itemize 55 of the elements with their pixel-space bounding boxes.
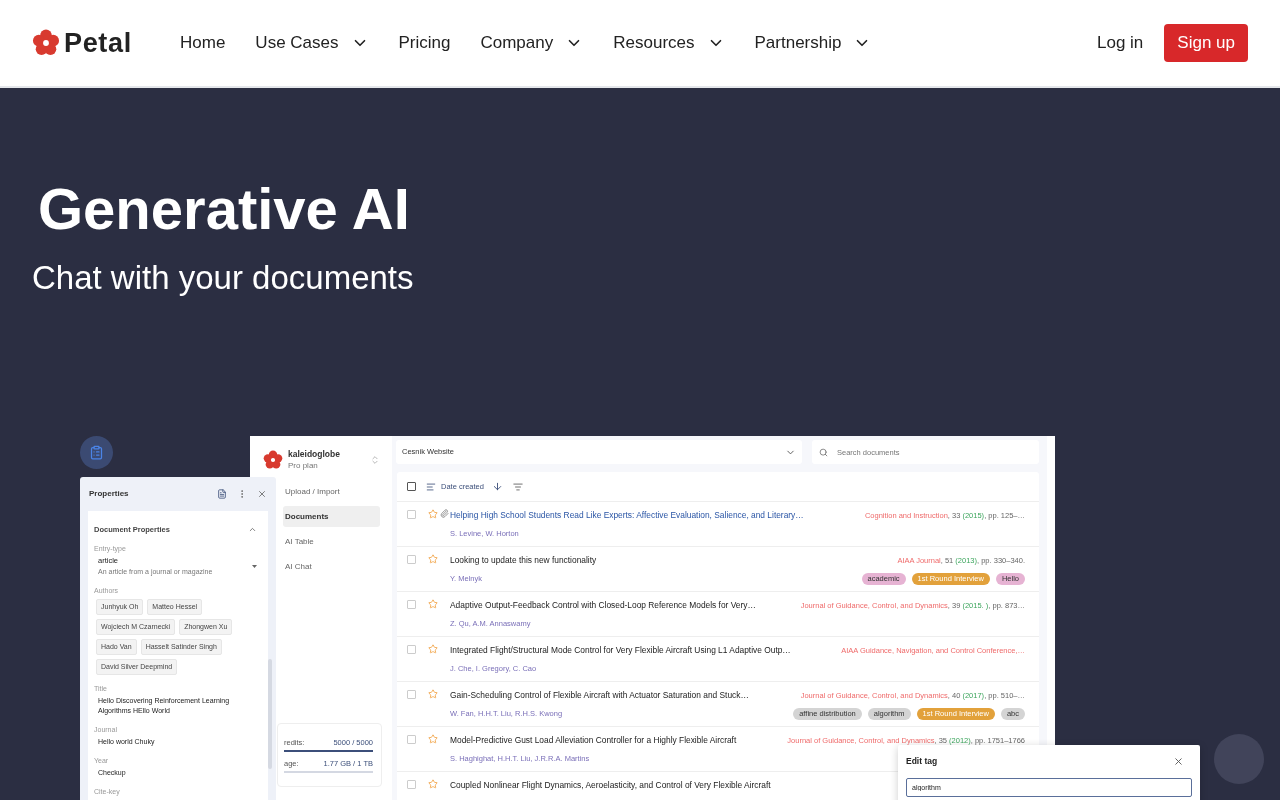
row-checkbox[interactable] xyxy=(407,780,416,789)
nav-link[interactable]: Use Cases xyxy=(255,30,369,56)
document-title[interactable]: Adaptive Output-Feedback Control with Closed-Loop Reference Models for Very… xyxy=(450,599,756,612)
dropdown-caret-icon xyxy=(252,564,257,568)
document-title[interactable]: Integrated Flight/Structural Mode Control for Very Flexible Aircraft Using L1 Adaptive Outp… xyxy=(450,644,791,657)
row-checkbox[interactable] xyxy=(407,735,416,744)
document-title[interactable]: Gain-Scheduling Control of Flexible Aircraft with Actuator Saturation and Stuck… xyxy=(450,689,749,702)
star-icon[interactable] xyxy=(428,734,438,744)
dialog-title: Edit tag xyxy=(906,755,938,768)
sidebar-item[interactable]: AI Chat xyxy=(283,556,380,577)
star-icon[interactable] xyxy=(428,599,438,609)
search-icon xyxy=(819,448,828,457)
nav-link[interactable]: Pricing xyxy=(398,30,451,56)
close-icon[interactable] xyxy=(1173,755,1184,767)
sort-icon[interactable] xyxy=(426,481,436,492)
nav-link[interactable]: Company xyxy=(480,30,584,56)
row-checkbox[interactable] xyxy=(407,690,416,699)
row-checkbox[interactable] xyxy=(407,645,416,654)
document-title[interactable]: Looking to update this new functionality xyxy=(450,554,597,567)
star-icon[interactable] xyxy=(428,509,438,519)
sidebar-item[interactable]: Upload / Import xyxy=(283,481,380,502)
star-icon[interactable] xyxy=(428,554,438,564)
sidebar-item[interactable]: AI Table xyxy=(283,531,380,552)
nav-link[interactable]: Partnership xyxy=(754,30,872,56)
close-icon[interactable] xyxy=(257,489,267,499)
document-icon[interactable] xyxy=(217,489,227,499)
floating-action-button[interactable] xyxy=(80,436,113,469)
select-all-checkbox[interactable] xyxy=(407,482,416,491)
logo-text[interactable]: Petal xyxy=(64,22,132,64)
row-checkbox[interactable] xyxy=(407,600,416,609)
logo-icon xyxy=(32,29,60,57)
signup-button[interactable]: Sign up xyxy=(1164,24,1248,62)
nav-link[interactable]: Home xyxy=(180,30,226,56)
workspace-logo-icon xyxy=(263,449,283,470)
star-icon[interactable] xyxy=(428,779,438,789)
sidebar-item[interactable]: Documents xyxy=(283,506,380,527)
row-checkbox[interactable] xyxy=(407,555,416,564)
hero-title: Generative AI xyxy=(38,175,411,243)
hero-subtitle: Chat with your documents xyxy=(32,258,415,298)
arrow-down-icon[interactable] xyxy=(491,481,503,492)
login-link[interactable]: Log in xyxy=(1097,30,1144,56)
panel-title: Properties xyxy=(89,488,129,500)
row-checkbox[interactable] xyxy=(407,510,416,519)
clipboard-icon xyxy=(89,445,104,460)
workspace-name: kaleidoglobe xyxy=(288,448,340,460)
star-icon[interactable] xyxy=(428,689,438,699)
filter-icon[interactable] xyxy=(512,481,523,492)
document-title[interactable]: Coupled Nonlinear Flight Dynamics, Aeroelasticity, and Control of Very Flexible Aircraft xyxy=(450,779,771,792)
document-title[interactable]: Helping High School Students Read Like Experts: Affective Evaluation, Salience, and Literary… xyxy=(450,509,804,522)
switch-icon[interactable] xyxy=(370,454,380,465)
star-icon[interactable] xyxy=(428,644,438,654)
nav-link[interactable]: Resources xyxy=(613,30,725,56)
workspace-plan: Pro plan xyxy=(288,460,319,471)
chat-bubble-button[interactable] xyxy=(1214,734,1264,784)
document-title[interactable]: Model-Predictive Gust Load Alleviation Controller for a Highly Flexible Aircraft xyxy=(450,734,737,747)
